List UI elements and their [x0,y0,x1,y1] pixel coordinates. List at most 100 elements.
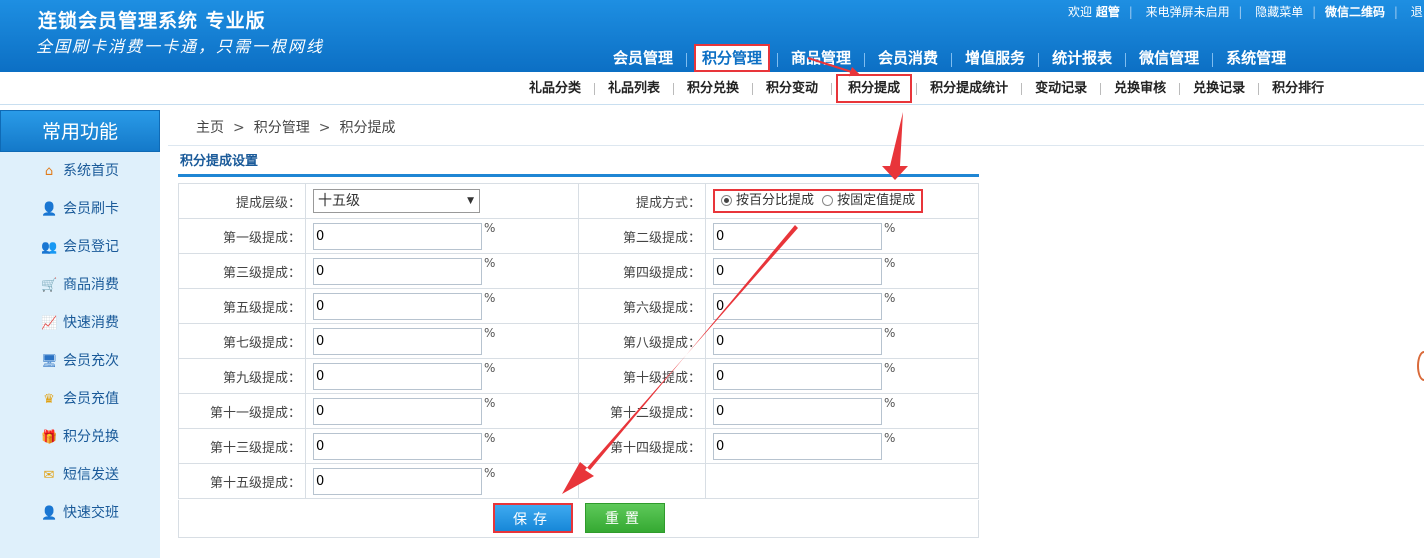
level-12-input[interactable]: 0 [713,397,882,425]
percent-unit: % [484,465,496,480]
reset-button[interactable]: 重置 [585,503,665,533]
level-15-label: 第十五级提成： [178,463,306,499]
level-6-label: 第六级提成： [578,288,706,324]
nav-item-3[interactable]: 会员消费 [865,44,951,72]
level-8-input[interactable]: 0 [713,327,882,355]
level-10-input[interactable]: 0 [713,362,882,390]
sidebar-item-label: 系统首页 [63,163,119,179]
sidebar-item-label: 会员登记 [63,239,119,255]
sub-nav-item-3[interactable]: 积分变动 [757,72,827,104]
sidebar-item-2[interactable]: 👥 会员登记 [0,228,160,266]
percent-unit: % [484,255,496,270]
sidebar-item-8[interactable]: ✉ 短信发送 [0,456,160,494]
sidebar-item-label: 会员刷卡 [63,201,119,217]
level-count-select[interactable]: 十五级 ▼ [313,189,480,213]
percent-unit: % [484,290,496,305]
commission-form: 提成层级： 十五级 ▼ 提成方式： 按百分比提成 按固定值提成 第一级提成： 0% 第… [178,183,979,499]
crown-icon: ♛ [43,392,55,407]
level-12-label: 第十二级提成： [578,393,706,429]
level-11-label: 第十一级提成： [178,393,306,429]
percent-unit: % [884,220,896,235]
sub-nav-item-1[interactable]: 礼品列表 [599,72,669,104]
cart-icon: 🛒 [41,278,58,293]
radio-percent-label[interactable]: 按百分比提成 [736,193,814,208]
breadcrumb-home[interactable]: 主页 [196,120,224,136]
sub-nav-item-7[interactable]: 兑换审核 [1105,72,1175,104]
level-15-input[interactable]: 0 [313,467,482,495]
sidebar-item-9[interactable]: 👤 快速交班 [0,494,160,532]
sub-nav-item-4[interactable]: 积分提成 [836,74,913,103]
sidebar-item-label: 积分兑换 [63,429,119,445]
app-slogan: 全国刷卡消费一卡通，只需一根网线 [36,37,325,56]
percent-unit: % [484,220,496,235]
nav-item-1[interactable]: 积分管理 [694,44,771,72]
percent-unit: % [884,290,896,305]
sidebar-item-7[interactable]: 🎁 积分兑换 [0,418,160,456]
edge-widget[interactable] [1417,351,1424,381]
sub-nav-item-8[interactable]: 兑换记录 [1184,72,1254,104]
level-4-label: 第四级提成： [578,253,706,289]
percent-unit: % [484,360,496,375]
level-9-input[interactable]: 0 [313,362,482,390]
sub-nav-item-2[interactable]: 积分兑换 [678,72,748,104]
level-2-input[interactable]: 0 [713,222,882,250]
nav-item-0[interactable]: 会员管理 [600,44,686,72]
sidebar-item-5[interactable]: 🖥 会员充次 [0,342,160,380]
level-10-label: 第十级提成： [578,358,706,394]
nav-item-7[interactable]: 系统管理 [1213,44,1299,72]
nav-item-4[interactable]: 增值服务 [952,44,1038,72]
sub-nav-item-5[interactable]: 积分提成统计 [921,72,1017,104]
save-button[interactable]: 保存 [493,503,573,533]
percent-unit: % [884,360,896,375]
mail-icon: ✉ [43,468,55,483]
logout-link[interactable]: 退出系统 [1411,5,1424,19]
level-11-input[interactable]: 0 [313,397,482,425]
nav-item-5[interactable]: 统计报表 [1039,44,1125,72]
popup-status-link[interactable]: 来电弹屏未启用 [1146,5,1230,19]
percent-unit: % [484,395,496,410]
level-13-input[interactable]: 0 [313,432,482,460]
welcome-text: 欢迎 [1068,5,1093,19]
chevron-down-icon: ▼ [467,196,474,206]
breadcrumb: 主页 > 积分管理 > 积分提成 [168,110,1424,146]
level-1-input[interactable]: 0 [313,222,482,250]
radio-fixed-label[interactable]: 按固定值提成 [837,193,915,208]
breadcrumb-points[interactable]: 积分管理 [254,120,310,136]
sidebar-item-label: 会员充值 [63,391,119,407]
sidebar-item-4[interactable]: 📈 快速消费 [0,304,160,342]
sub-nav-item-9[interactable]: 积分排行 [1263,72,1333,104]
level-6-input[interactable]: 0 [713,292,882,320]
sidebar-item-6[interactable]: ♛ 会员充值 [0,380,160,418]
nav-item-2[interactable]: 商品管理 [778,44,864,72]
level-13-label: 第十三级提成： [178,428,306,464]
level-3-label: 第三级提成： [178,253,306,289]
sidebar-item-3[interactable]: 🛒 商品消费 [0,266,160,304]
level-7-label: 第七级提成： [178,323,306,359]
sidebar-item-0[interactable]: ⌂ 系统首页 [0,152,160,190]
user-card-icon: 👤 [41,202,58,217]
level-14-input[interactable]: 0 [713,432,882,460]
percent-unit: % [484,430,496,445]
percent-unit: % [884,395,896,410]
radio-fixed[interactable] [822,195,834,206]
sidebar-item-1[interactable]: 👤 会员刷卡 [0,190,160,228]
percent-unit: % [484,325,496,340]
sub-nav-item-6[interactable]: 变动记录 [1026,72,1096,104]
sidebar-item-label: 短信发送 [63,467,119,483]
level-9-label: 第九级提成： [178,358,306,394]
hide-menu-link[interactable]: 隐藏菜单 [1255,5,1303,19]
sub-nav-item-0[interactable]: 礼品分类 [520,72,590,104]
level-5-input[interactable]: 0 [313,292,482,320]
current-user[interactable]: 超管 [1096,5,1120,19]
radio-percent[interactable] [721,195,732,206]
sidebar: 常用功能 ⌂ 系统首页 👤 会员刷卡 👥 会员登记 🛒 商品消费 📈 快速消费 🖥 会员充次 ♛ 会员充值… [0,110,160,558]
sidebar-title: 常用功能 [0,110,160,152]
level-7-input[interactable]: 0 [313,327,482,355]
level-4-input[interactable]: 0 [713,257,882,285]
level-3-input[interactable]: 0 [313,257,482,285]
wechat-qr-link[interactable]: 微信二维码 [1325,5,1385,19]
level-8-label: 第八级提成： [578,323,706,359]
gift-icon: 🎁 [41,430,58,445]
home-icon: ⌂ [44,164,54,179]
nav-item-6[interactable]: 微信管理 [1126,44,1212,72]
